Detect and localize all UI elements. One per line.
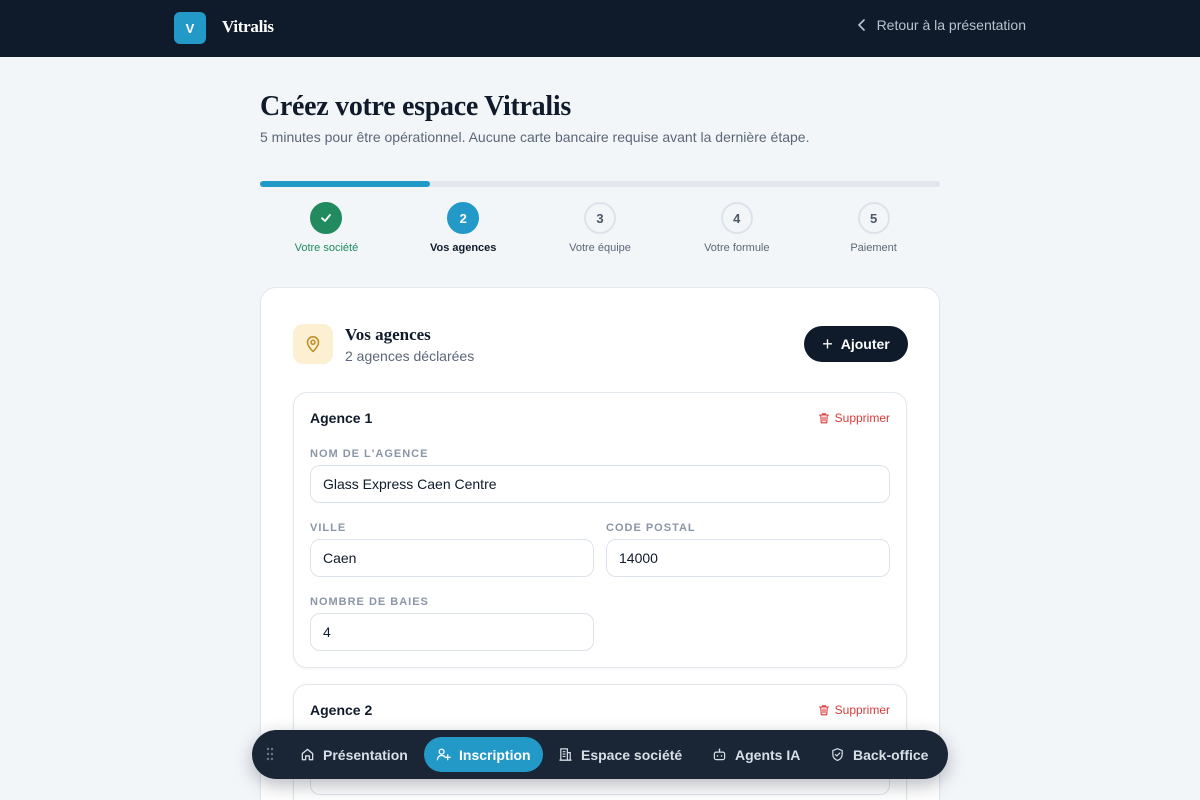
- agency-card-1: Agence 1 Supprimer Nom de l'agence Ville…: [293, 392, 907, 668]
- plus-icon: +: [822, 333, 833, 354]
- step-1-label: Votre société: [294, 242, 359, 254]
- page-title: Créez votre espace Vitralis: [260, 91, 571, 122]
- delete-agency-button[interactable]: Supprimer: [818, 703, 890, 717]
- progress-fill: [260, 181, 430, 187]
- agency-name-label: Nom de l'agence: [310, 448, 429, 460]
- nav-agents-ia[interactable]: Agents IA: [712, 737, 800, 772]
- step-4-label: Votre formule: [704, 242, 770, 254]
- logo-letter: V: [185, 20, 195, 36]
- progress-bar: [260, 181, 940, 187]
- bays-count-label: Nombre de baies: [310, 596, 429, 608]
- trash-icon: [818, 413, 829, 424]
- shield-icon: [832, 748, 843, 762]
- delete-agency-button[interactable]: Supprimer: [818, 411, 890, 425]
- step-votre-societe[interactable]: Votre société: [258, 202, 395, 258]
- nav-back-office[interactable]: Back-office: [830, 737, 928, 772]
- agency-title: Agence 2: [310, 702, 373, 718]
- step-2-label: Vos agences: [429, 242, 497, 254]
- bays-count-input[interactable]: [310, 613, 594, 651]
- nav-presentation-label: Présentation: [323, 746, 408, 763]
- stepper: Votre société 2 Vos agences 3 Votre équi…: [258, 202, 942, 258]
- brand-name: Vitralis: [222, 17, 274, 36]
- bot-icon: [713, 748, 726, 761]
- step-1-circle: [310, 202, 343, 234]
- step-votre-equipe[interactable]: 3 Votre équipe: [532, 202, 669, 258]
- step-3-label: Votre équipe: [569, 242, 631, 254]
- page-subtitle: 5 minutes pour être opérationnel. Aucune…: [260, 129, 810, 145]
- step-4-circle: 4: [720, 202, 753, 234]
- nav-inscription-label: Inscription: [459, 746, 531, 763]
- delete-label: Supprimer: [834, 411, 890, 425]
- nav-presentation[interactable]: Présentation: [300, 737, 408, 772]
- card-subtitle: 2 agences déclarées: [345, 348, 475, 364]
- nav-espace-societe[interactable]: Espace société: [558, 737, 682, 772]
- nav-espace-societe-label: Espace société: [581, 746, 683, 763]
- back-link-label: Retour à la présentation: [876, 17, 1026, 33]
- city-input[interactable]: [310, 539, 594, 577]
- nav-inscription[interactable]: Inscription: [424, 737, 543, 772]
- step-vos-agences[interactable]: 2 Vos agences: [395, 202, 532, 258]
- nav-back-office-label: Back-office: [853, 746, 929, 763]
- postal-code-input[interactable]: [606, 539, 890, 577]
- step-5-circle: 5: [857, 202, 890, 234]
- step-3-circle: 3: [583, 202, 616, 234]
- user-plus-icon: [436, 748, 451, 761]
- chevron-left-icon: [857, 19, 865, 31]
- delete-label: Supprimer: [834, 703, 890, 717]
- add-agency-button[interactable]: + Ajouter: [804, 326, 908, 362]
- top-bar: V Vitralis Retour à la présentation: [0, 0, 1200, 57]
- city-label: Ville: [310, 522, 347, 534]
- drag-handle-icon[interactable]: [266, 747, 274, 761]
- map-pin-badge: [293, 324, 333, 364]
- trash-icon: [818, 705, 829, 716]
- nav-agents-ia-label: Agents IA: [735, 746, 801, 763]
- step-votre-formule[interactable]: 4 Votre formule: [668, 202, 805, 258]
- back-to-presentation-link[interactable]: Retour à la présentation: [857, 17, 1026, 33]
- bottom-nav-dock: Présentation Inscription Espace société …: [252, 730, 948, 779]
- step-paiement[interactable]: 5 Paiement: [805, 202, 942, 258]
- agency-name-input[interactable]: [310, 465, 890, 503]
- step-2-circle: 2: [447, 202, 480, 234]
- logo: V: [174, 12, 206, 44]
- agencies-card: Vos agences 2 agences déclarées + Ajoute…: [260, 287, 940, 800]
- agency-title: Agence 1: [310, 410, 373, 426]
- step-5-label: Paiement: [850, 242, 897, 254]
- postal-code-label: Code postal: [606, 522, 696, 534]
- building-icon: [559, 748, 572, 761]
- home-icon: [301, 748, 314, 761]
- add-agency-label: Ajouter: [840, 336, 890, 352]
- map-pin-icon: [306, 336, 320, 353]
- card-title: Vos agences: [345, 325, 431, 344]
- check-icon: [321, 214, 332, 222]
